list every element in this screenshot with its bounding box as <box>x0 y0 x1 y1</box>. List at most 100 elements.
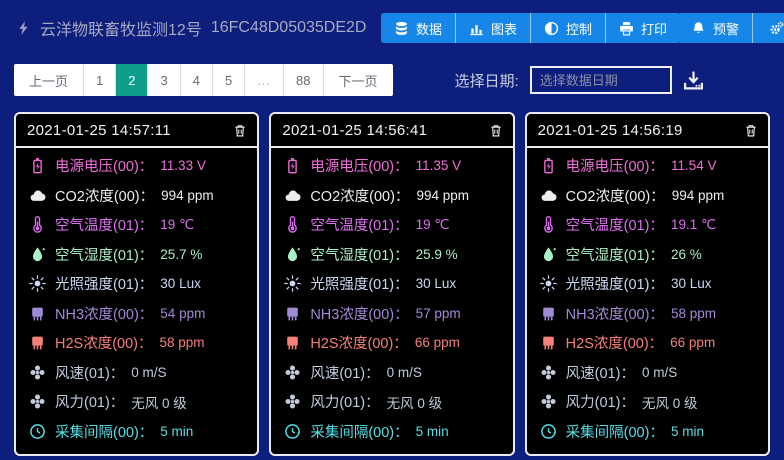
fan-icon <box>540 364 557 381</box>
date-input[interactable] <box>530 66 672 94</box>
control-button-label: 控制 <box>566 19 592 38</box>
toolbar: 上一页12345...88下一页 选择日期: <box>0 64 784 96</box>
sun-icon <box>29 275 46 292</box>
sensor-row-co2: CO2浓度(00)：994 ppm <box>540 185 756 206</box>
sensor-chip-icon <box>540 305 557 322</box>
pagination: 上一页12345...88下一页 <box>14 64 393 96</box>
sensor-value: 30 Lux <box>416 276 457 291</box>
sensor-label: H2S浓度(00)： <box>310 332 408 353</box>
sensor-label: 空气湿度(01)： <box>566 244 664 265</box>
sensor-value: 无风 0 级 <box>131 392 187 412</box>
data-card: 2021-01-25 14:57:11电源电压(00)：11.33 VCO2浓度… <box>14 112 259 456</box>
settings-button[interactable] <box>753 13 784 43</box>
sensor-row-wind-speed: 风速(01)：0 m/S <box>29 362 245 383</box>
alert-button[interactable]: 预警 <box>678 13 753 43</box>
sensor-row-wind-force: 风力(01)：无风 0 级 <box>540 391 756 412</box>
sensor-label: 风速(01)： <box>566 362 635 383</box>
card-timestamp: 2021-01-25 14:56:41 <box>282 122 427 139</box>
date-label: 选择日期: <box>455 70 519 91</box>
fan-icon <box>29 364 46 381</box>
sensor-value: 11.35 V <box>416 158 462 173</box>
sensor-label: 空气温度(01)： <box>55 214 153 235</box>
page-button-3[interactable]: 3 <box>148 64 180 96</box>
battery-icon <box>284 157 301 174</box>
chart-button[interactable]: 图表 <box>456 13 531 43</box>
sensor-value: 54 ppm <box>160 306 205 321</box>
sensor-label: CO2浓度(00)： <box>55 185 154 206</box>
sensor-row-collect-interval: 采集间隔(00)：5 min <box>284 421 500 442</box>
control-button[interactable]: 控制 <box>531 13 606 43</box>
card-body: 电源电压(00)：11.33 VCO2浓度(00)：994 ppm空气温度(01… <box>16 148 257 454</box>
thermometer-icon <box>29 216 46 233</box>
sensor-label: 电源电压(00)： <box>55 155 153 176</box>
data-card: 2021-01-25 14:56:19电源电压(00)：11.54 VCO2浓度… <box>525 112 770 456</box>
cloud-icon <box>29 187 46 204</box>
trash-icon[interactable] <box>744 123 758 138</box>
page-button-1[interactable]: 1 <box>84 64 116 96</box>
sensor-value: 25.9 % <box>416 247 458 262</box>
data-card: 2021-01-25 14:56:41电源电压(00)：11.35 VCO2浓度… <box>269 112 514 456</box>
sensor-label: 光照强度(01)： <box>310 273 408 294</box>
sensor-row-air-humidity: 空气湿度(01)：26 % <box>540 244 756 265</box>
sensor-chip-icon <box>29 334 46 351</box>
sensor-row-co2: CO2浓度(00)： 994 ppm <box>284 185 500 206</box>
clock-icon <box>284 423 301 440</box>
print-button[interactable]: 打印 <box>606 13 680 43</box>
cards-container: 2021-01-25 14:57:11电源电压(00)：11.33 VCO2浓度… <box>0 112 784 456</box>
sensor-row-collect-interval: 采集间隔(00)：5 min <box>540 421 756 442</box>
card-timestamp: 2021-01-25 14:56:19 <box>538 122 683 139</box>
prev-page-button[interactable]: 上一页 <box>14 64 84 96</box>
sensor-value: 57 ppm <box>416 306 461 321</box>
sensor-label: NH3浓度(00)： <box>310 303 408 324</box>
battery-icon <box>29 157 46 174</box>
sensor-row-air-temperature: 空气温度(01)：19.1 ℃ <box>540 214 756 235</box>
sensor-value: 无风 0 级 <box>387 392 443 412</box>
page-button-4[interactable]: 4 <box>181 64 213 96</box>
sensor-label: NH3浓度(00)： <box>566 303 664 324</box>
sensor-row-light-intensity: 光照强度(01)：30 Lux <box>29 273 245 294</box>
sensor-value: 66 ppm <box>415 335 460 350</box>
sensor-value: 19.1 ℃ <box>671 217 716 233</box>
page-button-2[interactable]: 2 <box>116 64 148 96</box>
date-picker: 选择日期: <box>455 66 704 94</box>
sensor-value: 5 min <box>160 424 193 439</box>
main-button-group: 数据图表 控制 打印 <box>381 13 680 43</box>
page-button-88[interactable]: 88 <box>284 64 323 96</box>
sensor-value: 0 m/S <box>131 365 166 380</box>
card-header: 2021-01-25 14:56:41 <box>271 114 512 148</box>
sensor-chip-icon <box>284 334 301 351</box>
gears-icon <box>769 21 784 36</box>
humidity-icon <box>29 246 46 263</box>
sensor-value: 58 ppm <box>671 306 716 321</box>
print-button-label: 打印 <box>641 19 667 38</box>
sensor-value: 66 ppm <box>670 335 715 350</box>
sensor-label: 采集间隔(00)： <box>566 421 664 442</box>
trash-icon[interactable] <box>489 123 503 138</box>
app-title: 云洋物联畜牧监测12号 <box>40 16 202 40</box>
sensor-value: 30 Lux <box>671 276 712 291</box>
sensor-row-nh3: NH3浓度(00)： 57 ppm <box>284 303 500 324</box>
sensor-chip-icon <box>284 305 301 322</box>
sensor-label: 风力(01)： <box>55 391 124 412</box>
sensor-row-h2s: H2S浓度(00)：58 ppm <box>29 332 245 353</box>
app-header: 云洋物联畜牧监测12号 16FC48D05035DE2D 数据图表控制打印 预警 <box>0 0 784 56</box>
sensor-value: 994 ppm <box>416 188 469 203</box>
sensor-row-nh3: NH3浓度(00)：54 ppm <box>29 303 245 324</box>
bar-chart-icon <box>469 21 484 36</box>
sensor-value: 994 ppm <box>161 188 214 203</box>
sensor-row-air-temperature: 空气温度(01)： 19 ℃ <box>29 214 245 235</box>
sun-icon <box>540 275 557 292</box>
printer-icon <box>619 21 634 36</box>
fan-icon <box>29 393 46 410</box>
sensor-row-wind-speed: 风速(01)：0 m/S <box>540 362 756 383</box>
sensor-row-light-intensity: 光照强度(01)： 30 Lux <box>284 273 500 294</box>
card-body: 电源电压(00)：11.35 VCO2浓度(00)：994 ppm空气温度(01… <box>271 148 512 454</box>
page-button-5[interactable]: 5 <box>213 64 245 96</box>
next-page-button[interactable]: 下一页 <box>324 64 393 96</box>
data-button[interactable]: 数据 <box>381 13 456 43</box>
download-icon[interactable] <box>683 70 704 91</box>
sensor-value: 19 ℃ <box>160 217 194 233</box>
trash-icon[interactable] <box>233 123 247 138</box>
bell-icon <box>691 21 706 36</box>
sensor-label: CO2浓度(00)： <box>310 185 409 206</box>
